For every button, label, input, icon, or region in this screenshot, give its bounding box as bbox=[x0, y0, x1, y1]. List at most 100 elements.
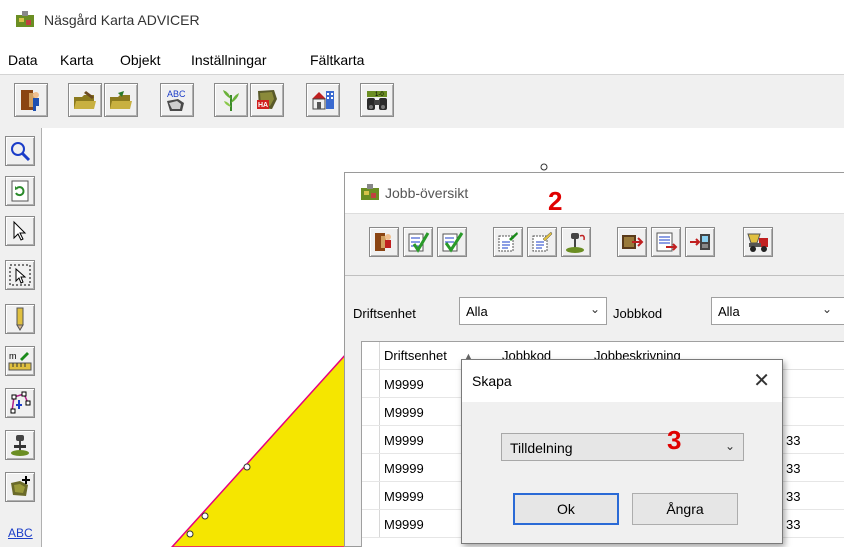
svg-text:HA: HA bbox=[258, 102, 268, 109]
cell-driftsenhet: M9999 bbox=[384, 461, 424, 476]
folder-open-icon bbox=[110, 91, 132, 109]
row-selector[interactable] bbox=[362, 398, 380, 425]
dialog-title: Skapa bbox=[472, 373, 512, 389]
farm-button[interactable] bbox=[306, 83, 340, 117]
job-sample-button[interactable] bbox=[561, 227, 591, 257]
list-export-icon bbox=[656, 232, 678, 252]
pointer-arrow-icon bbox=[13, 220, 27, 241]
field-area-icon: HA bbox=[257, 90, 277, 109]
abc-link[interactable]: ABC bbox=[8, 526, 33, 540]
pointer-button[interactable] bbox=[5, 216, 35, 246]
svg-text:m: m bbox=[9, 351, 17, 361]
crop-button[interactable] bbox=[214, 83, 248, 117]
row-selector[interactable] bbox=[362, 454, 380, 481]
job-create-button[interactable] bbox=[527, 227, 557, 257]
main-toolbar: ABC HA 1-0 bbox=[0, 74, 844, 128]
row-selector[interactable] bbox=[362, 370, 380, 397]
add-field-button[interactable] bbox=[5, 472, 35, 502]
ok-button[interactable]: Ok bbox=[513, 493, 619, 525]
cell-jobbeskrivning: 33 bbox=[786, 517, 801, 532]
jobbkod-select[interactable]: Alla ⌄ bbox=[711, 297, 844, 325]
driftsenhet-label: Driftsenhet bbox=[353, 306, 416, 321]
row-selector[interactable] bbox=[362, 426, 380, 453]
jobbkod-label: Jobbkod bbox=[613, 306, 663, 321]
measure-button[interactable]: m bbox=[5, 346, 35, 376]
soil-sample-button[interactable] bbox=[5, 430, 35, 460]
menu-bar: Data Karta Objekt Inställningar Fältkart… bbox=[0, 50, 844, 72]
edit-nodes-button[interactable] bbox=[5, 388, 35, 418]
open-folder-button[interactable] bbox=[104, 83, 138, 117]
dialog-title-bar: Skapa ✕ bbox=[462, 360, 782, 402]
job-approve-button[interactable] bbox=[437, 227, 467, 257]
menu-objekt[interactable]: Objekt bbox=[120, 52, 160, 68]
menu-karta[interactable]: Karta bbox=[60, 52, 93, 68]
binoculars-icon: 1-0 bbox=[367, 91, 387, 110]
cancel-button[interactable]: Ångra bbox=[632, 493, 738, 525]
jobbkod-value: Alla bbox=[718, 304, 740, 319]
cell-jobbeskrivning: 33 bbox=[786, 489, 801, 504]
soil-probe-icon bbox=[11, 435, 29, 456]
app-logo-icon bbox=[361, 184, 379, 200]
cell-jobbeskrivning: 33 bbox=[786, 461, 801, 476]
job-spreader-button[interactable] bbox=[743, 227, 773, 257]
ruler-icon: m bbox=[8, 351, 32, 371]
driftsenhet-select[interactable]: Alla ⌄ bbox=[459, 297, 607, 325]
chevron-down-icon: ⌄ bbox=[724, 439, 735, 453]
cell-driftsenhet: M9999 bbox=[384, 433, 424, 448]
create-document-icon bbox=[532, 231, 553, 252]
driftsenhet-value: Alla bbox=[466, 304, 488, 319]
job-new-button[interactable] bbox=[493, 227, 523, 257]
job-exit-button[interactable] bbox=[369, 227, 399, 257]
open-folder-edit-button[interactable] bbox=[68, 83, 102, 117]
annotation-3: 3 bbox=[667, 425, 682, 455]
soil-probe-icon bbox=[566, 233, 585, 253]
job-overview-button[interactable]: 1-0 bbox=[360, 83, 394, 117]
row-selector-header bbox=[362, 342, 380, 369]
select-area-button[interactable] bbox=[5, 260, 35, 290]
checklist-icon bbox=[408, 232, 430, 253]
export-icon bbox=[622, 235, 644, 249]
fertilizer-spreader-icon bbox=[747, 233, 768, 252]
job-list-export-button[interactable] bbox=[651, 227, 681, 257]
cell-jobbeskrivning: 33 bbox=[786, 433, 801, 448]
pencil-icon bbox=[16, 307, 24, 331]
node-edit-icon bbox=[10, 391, 31, 414]
chevron-down-icon: ⌄ bbox=[589, 302, 600, 316]
column-header-driftsenhet[interactable]: Driftsenhet bbox=[384, 348, 447, 363]
approve-check-icon bbox=[442, 232, 464, 253]
field-add-icon bbox=[11, 476, 30, 496]
close-icon[interactable]: ✕ bbox=[753, 368, 770, 393]
menu-faltkarta[interactable]: Fältkarta bbox=[310, 52, 364, 68]
pencil-button[interactable] bbox=[5, 304, 35, 334]
farm-house-icon bbox=[312, 91, 334, 110]
cell-driftsenhet: M9999 bbox=[384, 517, 424, 532]
new-document-icon bbox=[498, 232, 518, 252]
cell-driftsenhet: M9999 bbox=[384, 489, 424, 504]
exit-button[interactable] bbox=[14, 83, 48, 117]
menu-installningar[interactable]: Inställningar bbox=[191, 52, 267, 68]
job-type-select[interactable]: Tilldelning ⌄ bbox=[501, 433, 744, 461]
plant-icon bbox=[223, 90, 239, 111]
job-window-title-bar: Jobb-översikt bbox=[345, 173, 844, 213]
menu-data[interactable]: Data bbox=[8, 52, 38, 68]
job-check-button[interactable] bbox=[403, 227, 433, 257]
abc-labels-button[interactable]: ABC bbox=[160, 83, 194, 117]
row-selector[interactable] bbox=[362, 510, 380, 537]
exit-door-icon bbox=[375, 233, 391, 251]
folder-edit-icon bbox=[74, 91, 96, 109]
exit-door-icon bbox=[21, 90, 39, 111]
area-ha-button[interactable]: HA bbox=[250, 83, 284, 117]
abc-text-icon: ABC bbox=[167, 89, 186, 111]
svg-text:1-0: 1-0 bbox=[375, 92, 384, 98]
refresh-icon bbox=[11, 180, 29, 202]
skapa-dialog: Skapa ✕ Tilldelning ⌄ Ok Ångra bbox=[461, 359, 783, 544]
app-title-bar: Näsgård Karta ADVICER bbox=[0, 0, 844, 44]
job-divider bbox=[345, 275, 844, 276]
job-type-value: Tilldelning bbox=[510, 440, 573, 456]
zoom-button[interactable] bbox=[5, 136, 35, 166]
app-logo-icon bbox=[16, 11, 34, 27]
row-selector[interactable] bbox=[362, 482, 380, 509]
job-export-button[interactable] bbox=[617, 227, 647, 257]
job-transfer-button[interactable] bbox=[685, 227, 715, 257]
refresh-button[interactable] bbox=[5, 176, 35, 206]
